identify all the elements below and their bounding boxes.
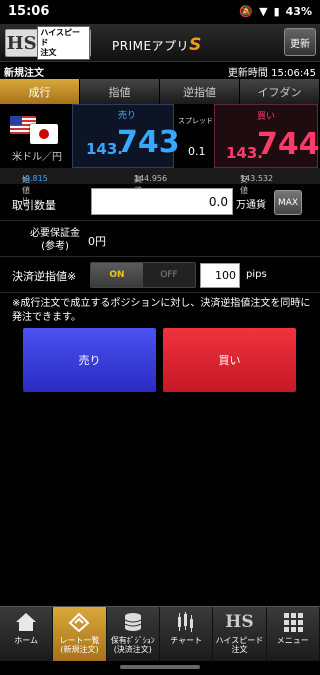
required-margin-label: 必要保証金 (参考) [30, 228, 80, 252]
toggle-on[interactable]: ON [91, 263, 143, 287]
buy-button[interactable]: 買い [163, 328, 296, 392]
nav-positions[interactable]: 保有ﾎﾟｼﾞｼｮﾝ (決済注文) [107, 607, 160, 661]
hs-logo-badge: ハイスピード 注文 [37, 26, 90, 60]
title-row: 新規注文 更新時間 15:06:45 [0, 64, 320, 79]
home-indicator[interactable] [120, 665, 200, 669]
pips-unit: pips [246, 269, 267, 280]
sell-rate-label: 売り [118, 111, 137, 121]
required-margin-value: 0円 [88, 235, 106, 248]
nav-menu[interactable]: メニュー [267, 607, 320, 661]
quantity-input[interactable]: 0.0 [91, 188, 233, 215]
max-button[interactable]: MAX [274, 190, 302, 215]
spread-value: 0.1 [188, 145, 206, 158]
hs-logo[interactable]: HS ハイスピード 注文 [5, 26, 91, 60]
nav-home[interactable]: ホーム [0, 607, 54, 661]
status-bar: 15:06 🔕 ▼ ▮ 43% [0, 0, 320, 22]
divider [0, 220, 320, 221]
grid-icon [283, 611, 303, 633]
divider [0, 292, 320, 293]
hs-logo-mark: HS [6, 32, 37, 54]
pips-input[interactable]: 100 [200, 263, 240, 288]
tab-limit[interactable]: 指値 [80, 79, 160, 104]
page-title: 新規注文 [4, 68, 44, 79]
order-type-tabs: 成行 指値 逆指値 イフダン [0, 79, 320, 104]
divider [0, 256, 320, 257]
sell-rate-pips: 743 [117, 125, 180, 160]
jp-flag-icon [30, 124, 58, 144]
currency-flags [10, 116, 60, 146]
wifi-icon: ▼ [259, 4, 268, 18]
toggle-off[interactable]: OFF [143, 263, 195, 287]
tab-stop[interactable]: 逆指値 [160, 79, 240, 104]
settlement-stop-toggle[interactable]: ON OFF [90, 262, 196, 288]
rate-list-icon [68, 611, 90, 633]
bottom-nav: ホーム レート一覧 (新規注文) 保有ﾎﾟｼﾞｼｮﾝ (決済注文) チャート H… [0, 606, 320, 661]
quantity-unit: 万通貨 [236, 200, 266, 211]
nav-rate-list[interactable]: レート一覧 (新規注文) [53, 607, 107, 661]
buy-rate-pips: 744 [257, 127, 320, 162]
nav-high-speed[interactable]: HS ハイスピード 注文 [213, 607, 267, 661]
update-time: 更新時間 15:06:45 [227, 68, 316, 79]
chart-icon [175, 611, 197, 633]
app-header: HS ハイスピード 注文 PRIMEアプリS [0, 24, 320, 62]
sell-button[interactable]: 売り [23, 328, 156, 392]
currency-pair: 米ドル／円 [12, 152, 62, 163]
buy-rate-label: 買い [257, 112, 276, 122]
tab-ifdone[interactable]: イフダン [240, 79, 320, 104]
status-time: 15:06 [8, 3, 50, 19]
home-icon [15, 611, 37, 633]
price-stats: 始値比 -0.815 高値 144.956 安値 143.532 [0, 168, 320, 206]
order-note: ※成行注文で成立するポジションに対し、決済逆指値注文を同時に発注できます。 [12, 298, 311, 323]
nav-chart[interactable]: チャート [160, 607, 214, 661]
coins-icon [122, 611, 144, 633]
tab-market[interactable]: 成行 [0, 79, 80, 104]
spread-label: スプレッド [178, 117, 213, 125]
battery-icon: ▮ [273, 4, 280, 18]
settlement-stop-label: 決済逆指値※ [12, 270, 77, 283]
mute-icon: 🔕 [239, 4, 254, 18]
quantity-label: 取引数量 [12, 199, 56, 212]
refresh-button[interactable]: 更新 [284, 28, 316, 56]
battery-level: 43% [285, 4, 312, 18]
app-title: PRIMEアプリS [112, 35, 202, 55]
hs-icon: HS [225, 611, 254, 632]
